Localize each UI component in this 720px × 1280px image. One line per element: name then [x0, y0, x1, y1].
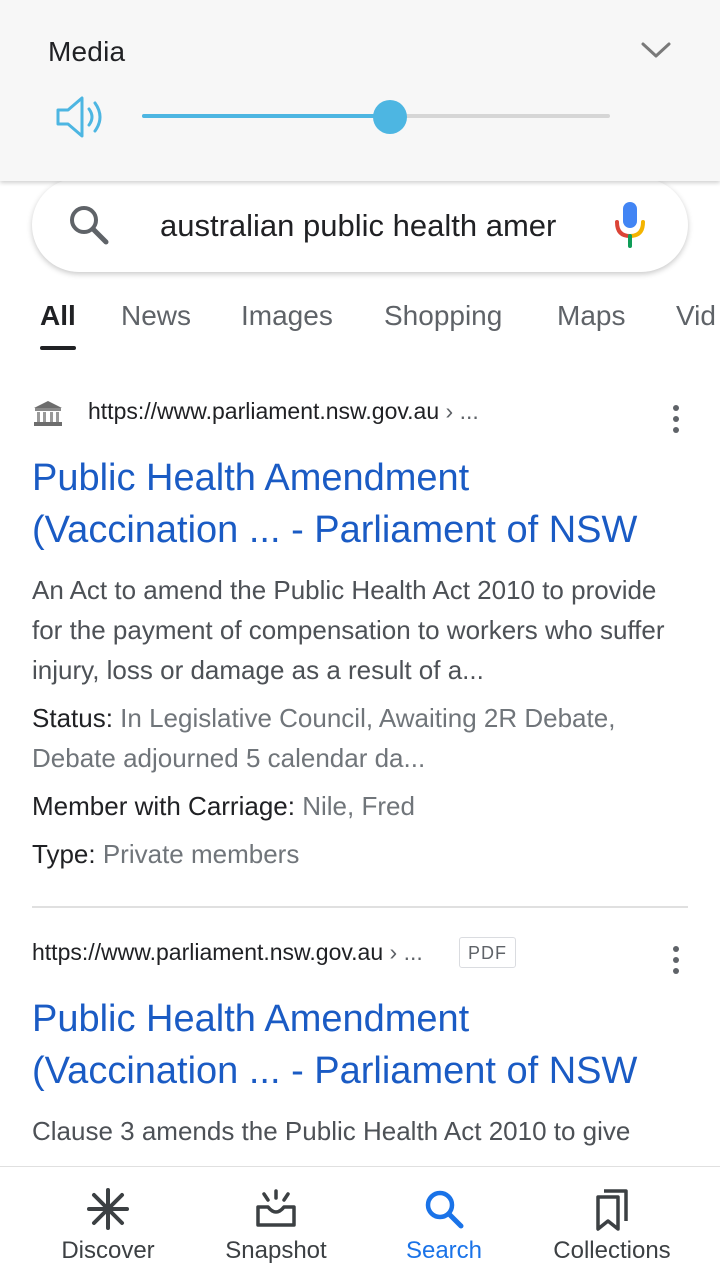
search-icon: [425, 1190, 464, 1229]
nav-snapshot[interactable]: Snapshot: [216, 1167, 336, 1280]
bookmarks-icon: [596, 1189, 628, 1231]
result-title-link[interactable]: Public Health Amendment (Vaccination ...…: [32, 993, 692, 1097]
more-options-icon[interactable]: [666, 404, 686, 434]
nav-snapshot-label: Snapshot: [225, 1237, 327, 1264]
search-result: https://www.parliament.nsw.gov.au › ... …: [32, 935, 692, 1151]
search-icon: [70, 206, 109, 245]
field-label: Type:: [32, 839, 103, 869]
nav-collections-label: Collections: [553, 1237, 671, 1264]
result-type-field: Type: Private members: [32, 834, 692, 874]
result-snippet: An Act to amend the Public Health Act 20…: [32, 575, 665, 685]
tab-maps[interactable]: Maps: [557, 300, 625, 350]
search-input[interactable]: australian public health amer: [160, 204, 572, 248]
field-label: Member with Carriage:: [32, 791, 303, 821]
tab-images[interactable]: Images: [241, 300, 333, 350]
mic-icon[interactable]: [612, 200, 648, 250]
tab-all[interactable]: All: [40, 300, 76, 350]
result-title-line: Public Health Amendment: [32, 998, 470, 1040]
result-url-row[interactable]: https://www.parliament.nsw.gov.au › ...: [32, 394, 692, 434]
result-title-line: (Vaccination ... - Parliament of NSW: [32, 509, 638, 551]
nav-search-label: Search: [405, 1237, 483, 1264]
field-value: Nile, Fred: [302, 791, 415, 821]
media-volume-panel: Media: [0, 0, 720, 181]
bottom-navigation: Discover Snapshot Search Collections: [0, 1166, 720, 1280]
pdf-badge: PDF: [459, 937, 516, 968]
more-options-icon[interactable]: [666, 945, 686, 975]
result-divider: [32, 906, 688, 908]
result-status-field: Status: In Legislative Council, Awaiting…: [32, 698, 692, 778]
parliament-site-icon: [34, 401, 62, 426]
chevron-down-icon[interactable]: [640, 38, 672, 62]
tab-videos[interactable]: Vid: [676, 300, 716, 350]
field-label: Status:: [32, 703, 121, 733]
media-title: Media: [48, 36, 126, 67]
result-title-line: (Vaccination ... - Parliament of NSW: [32, 1050, 638, 1092]
result-snippet: Clause 3 amends the Public Health Act 20…: [32, 1116, 631, 1146]
nav-search[interactable]: Search: [384, 1167, 504, 1280]
result-breadcrumb: › ...: [389, 939, 423, 965]
active-tab-indicator: [40, 346, 76, 350]
volume-slider-thumb[interactable]: [373, 100, 408, 134]
field-value: In Legislative Council, Awaiting 2R Deba…: [32, 703, 616, 773]
result-url-row[interactable]: https://www.parliament.nsw.gov.au › ... …: [32, 935, 692, 975]
result-url: https://www.parliament.nsw.gov.au › ...: [88, 398, 479, 425]
volume-slider-fill: [142, 114, 391, 118]
search-bar[interactable]: australian public health amer: [32, 178, 688, 272]
result-title-link[interactable]: Public Health Amendment (Vaccination ...…: [32, 452, 692, 556]
tab-news[interactable]: News: [121, 300, 191, 350]
nav-collections[interactable]: Collections: [542, 1167, 682, 1280]
result-url: https://www.parliament.nsw.gov.au › ...: [32, 939, 423, 966]
result-domain: https://www.parliament.nsw.gov.au: [32, 939, 384, 965]
search-result: https://www.parliament.nsw.gov.au › ... …: [32, 394, 692, 874]
field-value: Private members: [102, 839, 300, 869]
nav-discover[interactable]: Discover: [48, 1167, 168, 1280]
volume-slider[interactable]: [142, 100, 610, 134]
result-title-line: Public Health Amendment: [32, 457, 470, 499]
tab-all-label: All: [40, 300, 76, 331]
tab-shopping[interactable]: Shopping: [384, 300, 502, 350]
asterisk-icon: [87, 1188, 129, 1230]
speaker-icon[interactable]: [54, 94, 106, 140]
result-breadcrumb: › ...: [445, 398, 479, 424]
snapshot-icon: [256, 1189, 296, 1227]
result-domain: https://www.parliament.nsw.gov.au: [88, 398, 440, 424]
nav-discover-label: Discover: [61, 1237, 155, 1264]
result-member-field: Member with Carriage: Nile, Fred: [32, 786, 692, 826]
search-tabs: All News Images Shopping Maps Vid: [40, 300, 720, 350]
